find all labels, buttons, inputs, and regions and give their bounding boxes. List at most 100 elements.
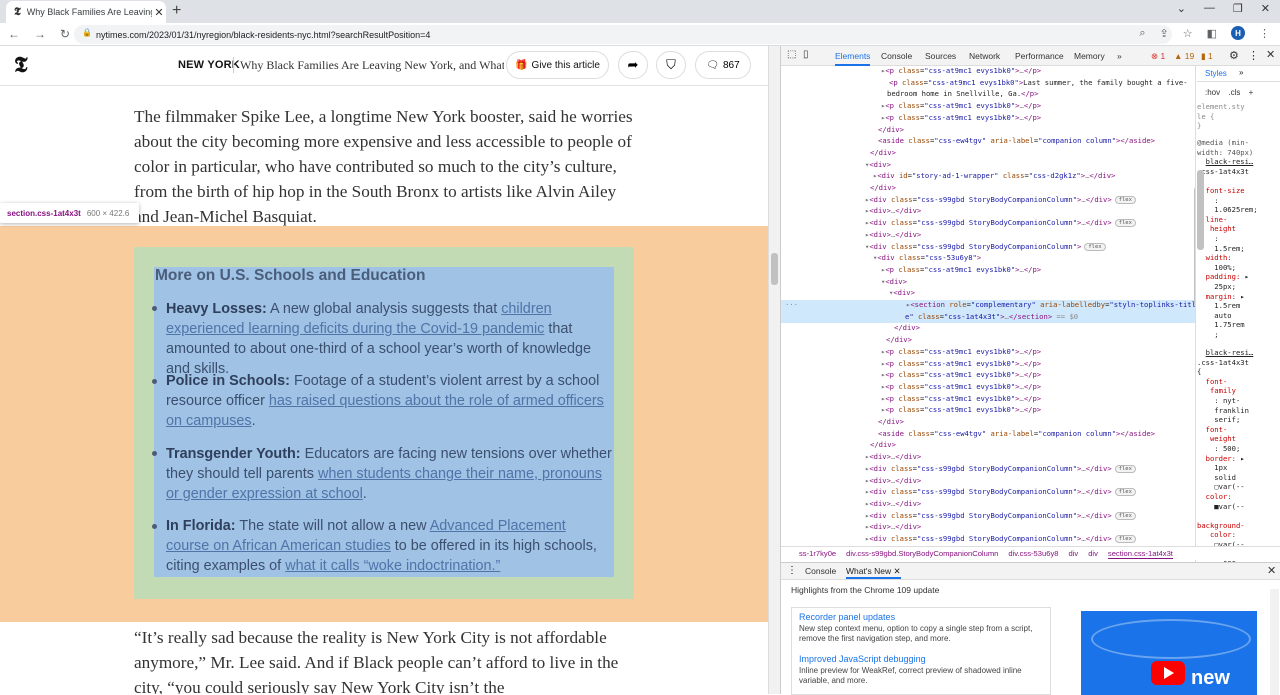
style-rule-element[interactable]: element.sty le {} [1197,102,1245,131]
tab-styles[interactable]: Styles [1205,69,1227,78]
dom-node[interactable]: ▸<div class="css-s99gbd StoryBodyCompani… [781,534,1195,546]
dom-node[interactable]: ▸<p class="css-at9mc1 evys1bk0">…</p> [781,265,1195,277]
dom-node[interactable]: ▸<div class="css-s99gbd StoryBodyCompani… [781,511,1195,523]
share-page-icon[interactable]: ⇪ [1160,27,1169,40]
tab-console[interactable]: Console [881,51,912,61]
settings-gear-icon[interactable]: ⚙ [1229,49,1239,62]
page-scrollbar-thumb[interactable] [771,253,778,285]
drawer-tab-console[interactable]: Console [805,566,836,576]
flex-badge[interactable]: flex [1114,511,1136,520]
flex-badge[interactable]: flex [1114,219,1136,228]
lock-icon[interactable]: 🔒 [82,28,92,37]
dom-node[interactable]: ▸<p class="css-at9mc1 evys1bk0">…</p> [781,370,1195,382]
more-panes-icon[interactable]: » [1239,68,1243,77]
tab-close-icon[interactable]: ✕ [152,6,166,19]
dom-node[interactable]: <aside class="css-ew4tgv" aria-label="co… [781,429,1195,441]
browser-menu-icon[interactable]: ⋮ [1259,27,1270,40]
style-rule-base[interactable]: black-resi… .css-1at4x3t{ font- family : … [1197,348,1253,569]
dom-node[interactable]: ▸<div>…</div> [781,499,1195,511]
profile-avatar[interactable]: H [1231,26,1245,40]
window-close-icon[interactable]: ✕ [1261,2,1270,15]
dom-node[interactable]: ▾<div class="css-53u6y8"> [781,253,1195,265]
dom-node-selected-cont[interactable]: e" class="css-1at4x3t">…</section> == $0 [781,311,1195,324]
whats-new-item-title[interactable]: Recorder panel updates [799,612,1049,622]
drawer-scrollbar[interactable] [1270,589,1279,695]
dom-node[interactable]: ▸<div class="css-s99gbd StoryBodyCompani… [781,195,1195,207]
dom-node[interactable]: ▸<div class="css-s99gbd StoryBodyCompani… [781,464,1195,476]
reload-icon[interactable]: ↻ [60,27,70,41]
dom-node[interactable]: ▸<div>…</div> [781,206,1195,218]
more-tabs-icon[interactable]: » [1117,51,1122,61]
whats-new-item[interactable]: Recorder panel updates New step context … [799,612,1049,643]
tab-search-icon[interactable]: ⌄ [1177,2,1186,15]
dom-node[interactable]: </div> [781,335,1195,347]
dom-node[interactable]: ▸<div>…</div> [781,522,1195,534]
breadcrumb-item-current[interactable]: section.css-1at4x3t [1107,549,1173,559]
tab-sources[interactable]: Sources [925,51,956,61]
dom-node[interactable]: ▸<div>…</div> [781,230,1195,242]
tab-performance[interactable]: Performance [1015,51,1064,61]
whats-new-item[interactable]: Improved JavaScript debugging Inline pre… [799,654,1049,685]
dom-scrollbar-thumb[interactable] [1194,187,1195,307]
flex-badge[interactable]: flex [1114,464,1136,473]
warning-count[interactable]: ▲ 19 [1174,51,1194,61]
comments-button[interactable]: 🗨 867 [695,51,751,79]
flex-badge[interactable]: flex [1084,242,1106,251]
zoom-icon[interactable]: ⌕ [1139,27,1145,40]
page-scrollbar[interactable] [768,46,780,694]
extensions-icon[interactable]: ◧ [1207,27,1217,40]
dom-node[interactable]: ▸<p class="css-at9mc1 evys1bk0">…</p> [781,347,1195,359]
breadcrumb-item[interactable]: div [1088,549,1098,558]
bookmark-star-icon[interactable]: ☆ [1183,27,1193,40]
drawer-tab-whats-new[interactable]: What's New ✕ [846,566,901,579]
breadcrumb-item[interactable]: div [1068,549,1078,558]
whats-new-video-thumbnail[interactable]: new [1081,611,1257,695]
dom-node[interactable]: <p class="css-at9mc1 evys1bk0">Last summ… [781,78,1195,90]
new-tab-icon[interactable]: + [172,2,181,20]
browser-tab[interactable]: 𝕿 Why Black Families Are Leaving N ✕ [6,1,166,23]
minimize-icon[interactable]: — [1204,2,1215,15]
dom-node[interactable]: ▾<div> [781,288,1195,300]
tab-elements[interactable]: Elements [835,51,871,66]
save-button[interactable]: ⛉ [656,51,686,79]
breadcrumb-item[interactable]: div.css-53u6y8 [1008,549,1058,558]
dom-node[interactable]: <aside class="css-ew4tgv" aria-label="co… [781,136,1195,148]
whats-new-item-title[interactable]: Improved JavaScript debugging [799,654,1049,664]
inspect-element-icon[interactable]: ⬚ [787,49,796,60]
share-button[interactable]: ➦ [618,51,648,79]
dom-node[interactable]: ▸<div class="css-s99gbd StoryBodyCompani… [781,218,1195,230]
style-rule-media[interactable]: @media (min-width: 740px) black-resi… .cs… [1197,138,1258,339]
nyt-logo[interactable]: 𝕿 [14,52,28,78]
dom-tree[interactable]: ▸<p class="css-at9mc1 evys1bk0">…</p> <p… [781,66,1196,590]
forward-icon[interactable]: → [34,27,46,41]
drawer-close-icon[interactable]: ✕ [1267,564,1276,577]
flex-badge[interactable]: flex [1114,488,1136,497]
dom-node[interactable]: ▸<p class="css-at9mc1 evys1bk0">…</p> [781,359,1195,371]
dom-node[interactable]: </div> [781,440,1195,452]
tab-memory[interactable]: Memory [1074,51,1105,61]
dom-node[interactable]: </div> [781,417,1195,429]
dom-node[interactable]: ▸<p class="css-at9mc1 evys1bk0">…</p> [781,113,1195,125]
dom-node[interactable]: ▾<div class="css-s99gbd StoryBodyCompani… [781,242,1195,254]
hov-toggle[interactable]: :hov [1205,88,1220,97]
breadcrumb-item[interactable]: div.css-s99gbd.StoryBodyCompanionColumn [846,549,998,558]
styles-scrollbar-thumb[interactable] [1197,170,1204,250]
issue-count[interactable]: ▮ 1 [1201,51,1213,62]
drawer-tab-close-icon[interactable]: ✕ [893,566,900,576]
dom-node[interactable]: ▾<div> [781,160,1195,172]
error-count[interactable]: ⊗ 1 [1151,51,1165,62]
devtools-menu-icon[interactable]: ⋮ [1248,49,1259,62]
youtube-play-icon[interactable] [1151,661,1185,685]
dom-node[interactable]: ▸<p class="css-at9mc1 evys1bk0">…</p> [781,66,1195,78]
dom-node[interactable]: ▸<div class="css-s99gbd StoryBodyCompani… [781,487,1195,499]
flex-badge[interactable]: flex [1114,535,1136,543]
drawer-menu-icon[interactable]: ⋮ [787,565,797,576]
dom-node[interactable]: ▾<div> [781,277,1195,289]
dom-node[interactable]: ▸<p class="css-at9mc1 evys1bk0">…</p> [781,101,1195,113]
dom-node[interactable]: </div> [781,323,1195,335]
flex-badge[interactable]: flex [1114,195,1136,204]
cls-toggle[interactable]: .cls [1228,88,1240,97]
dom-node[interactable]: ▸<div>…</div> [781,452,1195,464]
url-field[interactable]: 🔒 nytimes.com/2023/01/31/nyregion/black-… [74,25,1172,44]
back-icon[interactable]: ← [8,27,20,41]
